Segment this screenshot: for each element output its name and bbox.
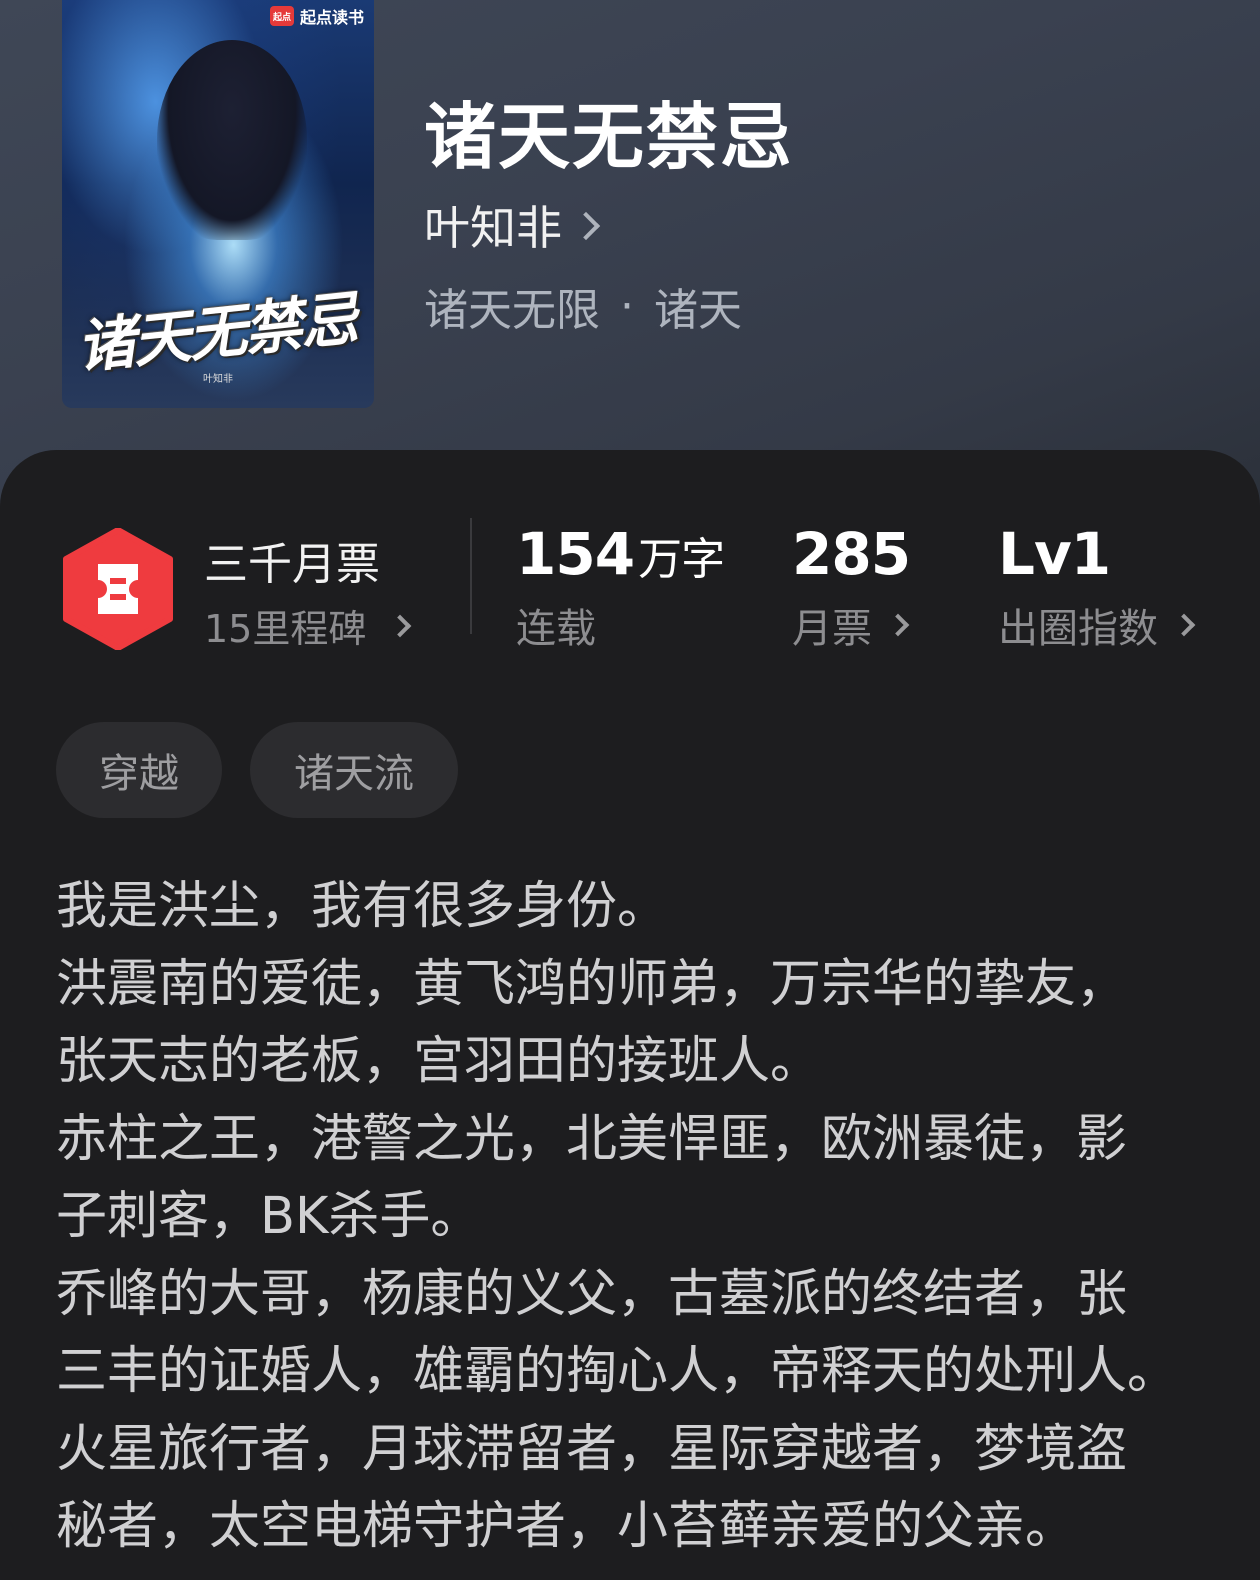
monthly-ticket-stat[interactable]: 285 月票 xyxy=(792,520,911,654)
popularity-index-label: 出圈指数 xyxy=(998,606,1158,652)
description-line: 火星旅行者，月球滞留者，星际穿越者，梦境盗 xyxy=(56,1419,1128,1479)
description-line: 赤柱之王，港警之光，北美悍匪，欧洲暴徒，影 xyxy=(56,1109,1128,1169)
word-count-unit: 万字 xyxy=(638,534,725,585)
description-line: 张天志的老板，宫羽田的接班人。 xyxy=(56,1032,822,1091)
ticket-milestone-link[interactable]: 15里程碑 xyxy=(204,598,412,653)
cover-publisher-logo: 起点 起点读书 xyxy=(269,4,364,28)
serial-status-label: 连载 xyxy=(516,606,596,652)
genre-row: 诸天无限 · 诸天 xyxy=(424,274,742,338)
description-line: 三丰的证婚人，雄霸的掏心人，帝释天的处刑人。 xyxy=(56,1342,1179,1401)
book-description[interactable]: 我是洪尘，我有很多身份。 洪震南的爱徒，黄飞鸿的师弟，万宗华的挚友， 张天志的老… xyxy=(56,868,1216,1566)
description-line: 子刺客，BK杀手。 xyxy=(56,1187,482,1246)
author-name: 叶知非 xyxy=(424,201,562,255)
genre-category: 诸天无限 xyxy=(424,285,600,336)
cover-logo-text: 起点读书 xyxy=(299,8,364,27)
cover-logo-badge: 起点 xyxy=(269,6,294,26)
cover-title-art: 诸天无禁忌 xyxy=(73,284,360,382)
tag-chip[interactable]: 诸天流 xyxy=(250,722,458,818)
cover-author-text: 叶知非 xyxy=(203,374,233,385)
popularity-level-value: Lv1 xyxy=(998,520,1111,588)
ticket-milestone-title[interactable]: 三千月票 xyxy=(204,528,380,592)
ticket-milestone-sub: 15里程碑 xyxy=(204,607,367,651)
chevron-right-icon xyxy=(886,613,910,637)
stats-divider xyxy=(470,518,472,634)
monthly-ticket-value: 285 xyxy=(792,520,911,588)
word-count-value: 154 xyxy=(516,520,635,588)
genre-subcategory: 诸天 xyxy=(654,285,742,336)
chevron-right-icon xyxy=(571,211,601,241)
book-cover-image[interactable]: 起点 起点读书 诸天无禁忌 叶知非 xyxy=(62,0,374,408)
word-count-stat: 154 万字 连载 xyxy=(516,520,725,654)
monthly-ticket-label: 月票 xyxy=(792,606,872,652)
description-line: 乔峰的大哥，杨康的义父，古墓派的终结者，张 xyxy=(56,1264,1128,1324)
description-line: 洪震南的爱徒，黄飞鸿的师弟，万宗华的挚友， xyxy=(56,954,1128,1014)
cover-character-art xyxy=(157,40,307,240)
monthly-ticket-badge-icon[interactable] xyxy=(62,528,174,650)
author-link[interactable]: 叶知非 xyxy=(424,192,601,258)
genre-separator: · xyxy=(620,280,634,332)
chevron-right-icon xyxy=(1172,613,1196,637)
chevron-right-icon xyxy=(389,614,412,637)
description-line: 我是洪尘，我有很多身份。 xyxy=(56,877,669,936)
tag-chip[interactable]: 穿越 xyxy=(56,722,222,818)
description-line: 秘者，太空电梯守护者，小苔藓亲爱的父亲。 xyxy=(56,1497,1077,1556)
book-title: 诸天无禁忌 xyxy=(424,94,795,179)
popularity-index-stat[interactable]: Lv1 出圈指数 xyxy=(998,520,1196,654)
